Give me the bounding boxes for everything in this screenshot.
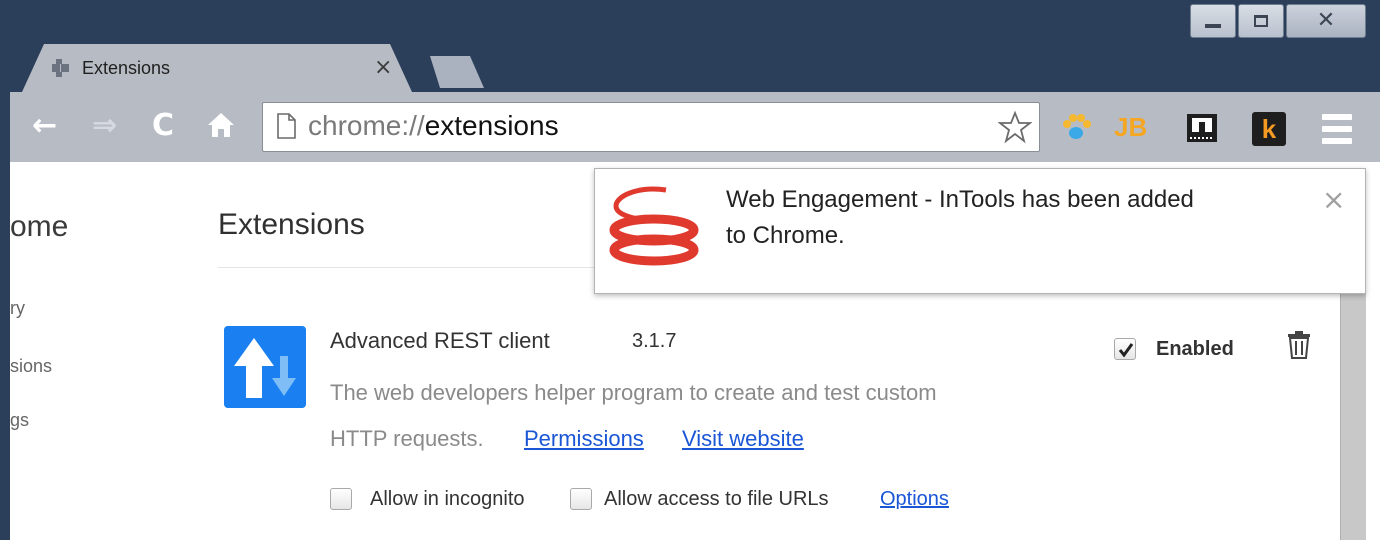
sidebar-title: ome	[10, 210, 69, 243]
ruler-icon[interactable]	[1184, 108, 1220, 146]
tab-title: Extensions	[82, 58, 171, 78]
allow-incognito-label: Allow in incognito	[370, 488, 525, 510]
visit-website-link[interactable]: Visit website	[682, 426, 804, 452]
minimize-icon	[1205, 24, 1221, 28]
extension-version: 3.1.7	[632, 330, 677, 352]
bookmark-star-icon[interactable]	[998, 110, 1032, 144]
k-icon-label: k	[1261, 113, 1277, 144]
extension-description-cont: HTTP requests.	[330, 426, 484, 451]
paw-icon[interactable]	[1058, 108, 1094, 146]
forward-arrow-icon[interactable]: ⇒	[92, 106, 117, 146]
url-text[interactable]: chrome://extensions	[308, 110, 559, 142]
notification-message: Web Engagement - InTools has been added	[726, 186, 1194, 213]
intools-logo-icon	[609, 186, 699, 266]
advanced-rest-client-icon	[224, 326, 306, 408]
window-left-edge	[0, 0, 10, 540]
extension-name: Advanced REST client	[330, 328, 550, 353]
allow-incognito-checkbox[interactable]	[330, 488, 352, 510]
url-path: extensions	[424, 110, 559, 141]
tab-extensions[interactable]	[22, 44, 412, 92]
home-icon[interactable]	[206, 110, 236, 140]
maximize-icon	[1254, 15, 1268, 27]
checkmark-icon	[1118, 343, 1134, 358]
allow-file-urls-label: Allow access to file URLs	[604, 488, 829, 510]
maximize-button[interactable]	[1238, 4, 1284, 38]
sidebar-item-history[interactable]: ry	[10, 298, 70, 319]
minimize-button[interactable]	[1190, 4, 1236, 38]
permissions-link[interactable]: Permissions	[524, 426, 644, 452]
scrollbar[interactable]	[1340, 270, 1366, 540]
trash-icon[interactable]	[1286, 330, 1312, 360]
page-title: Extensions	[218, 208, 365, 241]
k-icon[interactable]: k	[1252, 112, 1286, 146]
allow-file-urls-checkbox[interactable]	[570, 488, 592, 510]
window-close-icon: ✕	[1316, 8, 1336, 33]
url-scheme: chrome://	[308, 110, 425, 141]
menu-icon[interactable]	[1322, 114, 1352, 144]
back-arrow-icon[interactable]: ←	[32, 106, 57, 146]
window-close-button[interactable]: ✕	[1286, 4, 1366, 38]
enabled-checkbox[interactable]	[1114, 338, 1136, 360]
options-link[interactable]: Options	[880, 488, 949, 511]
notification-close-icon[interactable]: ×	[1322, 186, 1345, 214]
page-icon	[277, 113, 296, 139]
extension-description: The web developers helper program to cre…	[330, 380, 937, 405]
puzzle-icon	[52, 59, 69, 77]
jb-icon[interactable]: JB	[1114, 108, 1150, 146]
enabled-label: Enabled	[1156, 338, 1234, 360]
sidebar-item-extensions[interactable]: sions	[10, 356, 70, 377]
sidebar-item-settings[interactable]: gs	[10, 410, 70, 431]
reload-icon[interactable]: C	[152, 106, 174, 146]
notification-message-cont: to Chrome.	[726, 222, 845, 249]
tab-close-icon[interactable]: ×	[374, 55, 392, 80]
